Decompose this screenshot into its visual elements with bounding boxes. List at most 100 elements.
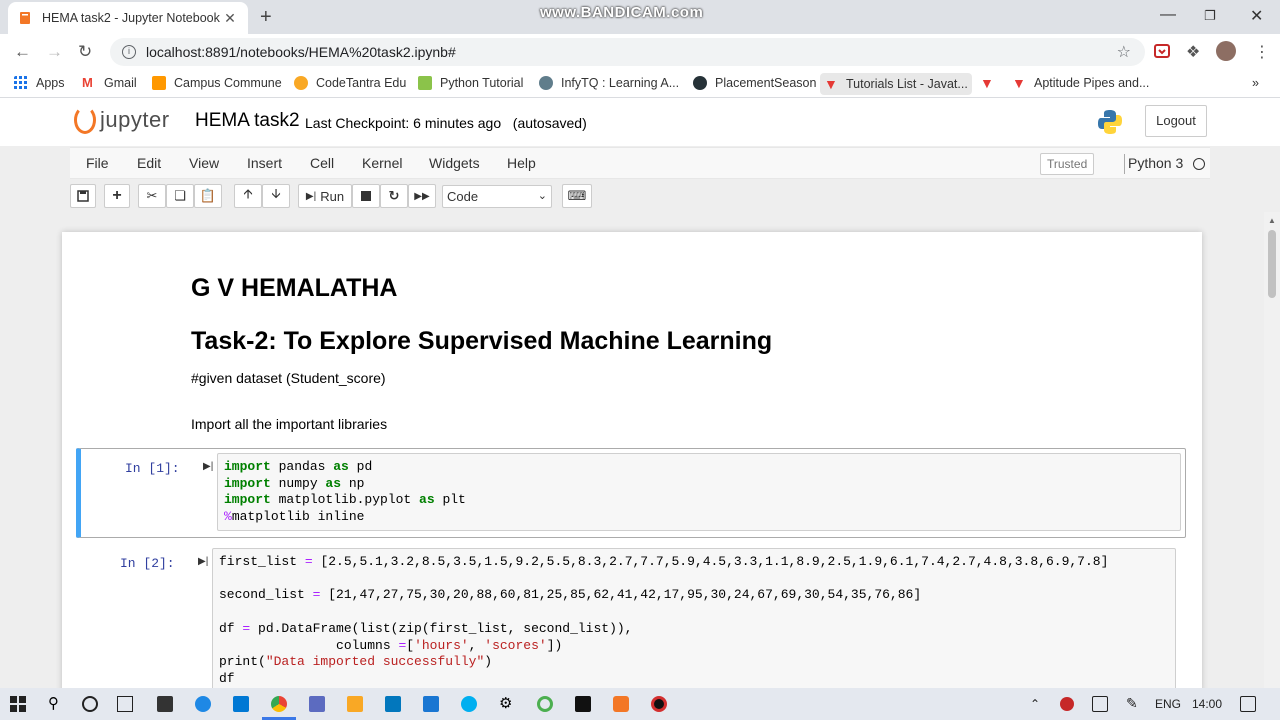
save-button[interactable]	[70, 184, 96, 208]
menu-view[interactable]: View	[189, 155, 219, 171]
pen-icon[interactable]: ✎	[1126, 695, 1138, 712]
code-input[interactable]: first_list = [2.5,5.1,3.2,8.5,3.5,1.5,9.…	[212, 548, 1176, 698]
browser-tab-active[interactable]: HEMA task2 - Jupyter Notebook ✕	[8, 2, 248, 34]
search-icon[interactable]: ⚲	[48, 694, 64, 712]
jupyter-logo[interactable]: jupyter	[74, 106, 170, 134]
chevron-down-icon: ⌄	[537, 190, 547, 202]
bookmark-codetantra[interactable]: CodeTantra Edu	[294, 76, 406, 90]
copy-button[interactable]: ❏	[166, 184, 194, 208]
codetantra-icon	[294, 76, 308, 90]
reload-icon[interactable]: ↻	[78, 42, 92, 62]
windows-start-icon[interactable]	[10, 696, 26, 712]
bookmark-python-tutorial[interactable]: Python Tutorial	[418, 76, 523, 90]
scissors-icon: ✂	[146, 188, 158, 203]
move-up-button[interactable]: 🡩	[234, 184, 262, 208]
python-logo-icon	[1098, 110, 1122, 134]
app-icon[interactable]	[423, 696, 439, 712]
menu-cell[interactable]: Cell	[310, 155, 334, 171]
bookmark-gmail[interactable]: M Gmail	[82, 76, 137, 91]
chrome-icon[interactable]	[271, 696, 287, 712]
command-palette-button[interactable]: ⌨	[562, 184, 592, 208]
menu-file[interactable]: File	[86, 155, 109, 171]
menu-help[interactable]: Help	[507, 155, 536, 171]
site-info-icon[interactable]: i	[122, 45, 136, 59]
scroll-up-icon[interactable]: ▲	[1268, 216, 1276, 225]
code-input[interactable]: import pandas as pd import numpy as np i…	[217, 453, 1181, 531]
app-icon[interactable]	[309, 696, 325, 712]
save-icon	[77, 190, 89, 202]
bandicam-icon[interactable]	[651, 696, 667, 712]
window-close-icon[interactable]: ✕	[1250, 6, 1263, 26]
bookmark-placementseason[interactable]: PlacementSeason	[693, 76, 816, 90]
tab-close-icon[interactable]: ✕	[222, 10, 238, 27]
bookmark-apps[interactable]: Apps	[14, 76, 65, 90]
code-cell-2[interactable]: In [2]: ▶| first_list = [2.5,5.1,3.2,8.5…	[76, 544, 1186, 704]
chrome-menu-icon[interactable]: ⋮	[1254, 42, 1270, 62]
bookmark-javatpoint-tutorials[interactable]: ▼ Tutorials List - Javat...	[820, 73, 972, 95]
menu-kernel[interactable]: Kernel	[362, 155, 402, 171]
clock[interactable]: 14:00	[1192, 697, 1222, 711]
restart-button[interactable]: ↻	[380, 184, 408, 208]
language-indicator[interactable]: ENG	[1155, 697, 1181, 711]
bookmark-javatpoint[interactable]: ▼	[980, 76, 1002, 90]
settings-gear-icon[interactable]: ⚙	[499, 694, 515, 712]
tray-chevron-up-icon[interactable]: ⌃	[1030, 697, 1040, 711]
paste-button[interactable]: 📋	[194, 184, 222, 208]
vscode-icon[interactable]	[385, 696, 401, 712]
cell-type-select[interactable]: Code ⌄	[442, 185, 552, 208]
bookmark-label: Gmail	[104, 76, 137, 90]
browser-toolbar: ← → ↻ i localhost:8891/notebooks/HEMA%20…	[0, 34, 1280, 70]
run-step-icon: ▶|	[305, 190, 317, 202]
trusted-badge[interactable]: Trusted	[1040, 153, 1095, 175]
pycharm-icon[interactable]	[575, 696, 591, 712]
skype-icon[interactable]	[461, 696, 477, 712]
back-icon[interactable]: ←	[14, 42, 31, 62]
bookmark-infytq[interactable]: InfyTQ : Learning A...	[539, 76, 679, 90]
minimize-icon[interactable]: —	[1160, 6, 1176, 24]
bookmarks-more-icon[interactable]: »	[1252, 76, 1259, 90]
jupyter-app-icon[interactable]	[613, 696, 629, 712]
forward-icon[interactable]: →	[46, 42, 63, 62]
notifications-icon[interactable]	[1240, 696, 1256, 712]
menu-insert[interactable]: Insert	[247, 155, 282, 171]
pocket-extension-icon[interactable]	[1154, 43, 1170, 64]
restart-run-all-button[interactable]: ▶▶	[408, 184, 436, 208]
extensions-puzzle-icon[interactable]: ❖	[1186, 42, 1200, 62]
menu-edit[interactable]: Edit	[137, 155, 161, 171]
menu-widgets[interactable]: Widgets	[429, 155, 480, 171]
file-explorer-icon[interactable]	[347, 696, 363, 712]
run-cell-icon[interactable]: ▶|	[203, 461, 213, 472]
store-icon[interactable]	[157, 696, 173, 712]
tray-app-icon[interactable]	[1092, 696, 1108, 712]
tab-title: HEMA task2 - Jupyter Notebook	[42, 11, 220, 25]
move-down-button[interactable]: 🡫	[262, 184, 290, 208]
insert-cell-button[interactable]: +	[104, 184, 130, 208]
run-button[interactable]: ▶| Run	[298, 184, 352, 208]
bookmark-star-icon[interactable]: ☆	[1117, 42, 1131, 62]
task-view-icon[interactable]	[117, 696, 133, 712]
profile-avatar[interactable]	[1216, 41, 1236, 61]
record-icon[interactable]	[1060, 697, 1074, 711]
app-icon[interactable]	[537, 696, 553, 712]
code-cell-1[interactable]: In [1]: ▶| import pandas as pd import nu…	[76, 448, 1186, 538]
interrupt-button[interactable]	[352, 184, 380, 208]
kernel-name[interactable]: Python 3	[1128, 155, 1183, 171]
cell-prompt: In [1]:	[125, 461, 180, 476]
restore-icon[interactable]: ❐	[1204, 8, 1216, 24]
bookmark-label: Apps	[36, 76, 65, 90]
python-tutorial-icon	[418, 76, 432, 90]
edge-icon[interactable]	[195, 696, 211, 712]
notebook-name[interactable]: HEMA task2	[195, 110, 300, 132]
mail-icon[interactable]	[233, 696, 249, 712]
cortana-icon[interactable]	[82, 696, 98, 712]
bookmark-label: CodeTantra Edu	[316, 76, 407, 90]
new-tab-button[interactable]: +	[260, 6, 272, 29]
address-bar[interactable]: i localhost:8891/notebooks/HEMA%20task2.…	[110, 38, 1145, 66]
cut-button[interactable]: ✂	[138, 184, 166, 208]
bookmark-aptitude[interactable]: ▼ Aptitude Pipes and...	[1012, 76, 1149, 90]
scrollbar-thumb[interactable]	[1268, 230, 1276, 298]
bookmark-campus-commune[interactable]: Campus Commune	[152, 76, 282, 90]
run-cell-icon[interactable]: ▶|	[198, 556, 208, 567]
page-scrollbar[interactable]: ▲	[1264, 212, 1280, 688]
logout-button[interactable]: Logout	[1145, 105, 1207, 137]
